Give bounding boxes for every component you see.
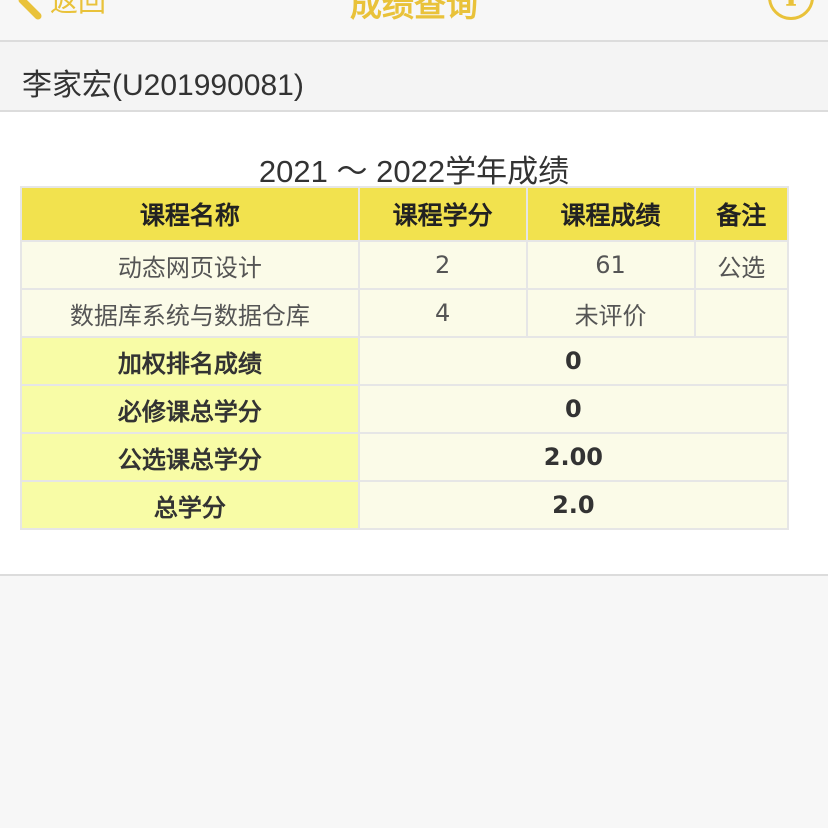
course-name-cell: 动态网页设计 — [20, 240, 360, 290]
course-note-cell: 公选 — [693, 240, 789, 290]
academic-year-title: 2021 ～ 2022学年成绩 — [258, 154, 570, 189]
student-name-id: 李家宏(U201990081) — [22, 69, 304, 102]
course-name-cell: 数据库系统与数据仓库 — [20, 288, 360, 338]
info-circle-icon: i — [785, 0, 796, 14]
table-row: 动态网页设计 2 61 公选 — [20, 240, 789, 290]
summary-value-required-credits: 0 — [357, 384, 790, 434]
header-course-score: 课程成绩 — [525, 186, 696, 242]
header-course-name: 课程名称 — [20, 186, 360, 242]
header-course-credit: 课程学分 — [357, 186, 528, 242]
page-title: 成绩查询 — [349, 0, 478, 24]
table-header-row: 课程名称 课程学分 课程成绩 备注 — [20, 186, 789, 242]
grades-table: 课程名称 课程学分 课程成绩 备注 动态网页设计 2 61 公选 数据库系统与数… — [20, 186, 790, 530]
student-info-bar: 李家宏(U201990081) — [0, 42, 828, 112]
summary-value-weighted-score: 0 — [357, 336, 790, 386]
summary-row: 加权排名成绩 0 — [20, 336, 790, 386]
summary-value-total-credits: 2.0 — [357, 480, 790, 530]
summary-row: 公选课总学分 2.00 — [20, 432, 790, 482]
course-credit-cell: 4 — [357, 288, 528, 338]
course-score-cell: 未评价 — [525, 288, 696, 338]
summary-label-required-credits: 必修课总学分 — [20, 384, 360, 434]
course-note-cell — [693, 288, 789, 338]
table-row: 数据库系统与数据仓库 4 未评价 — [20, 288, 789, 338]
grades-panel: 2021 ～ 2022学年成绩 课程名称 课程学分 课程成绩 备注 动态网页设计… — [0, 112, 828, 576]
header-note: 备注 — [693, 186, 789, 242]
course-credit-cell: 2 — [357, 240, 528, 290]
course-score-cell: 61 — [525, 240, 696, 290]
navigation-bar: 返回 成绩查询 i — [0, 0, 828, 42]
summary-label-total-credits: 总学分 — [20, 480, 360, 530]
summary-label-elective-credits: 公选课总学分 — [20, 432, 360, 482]
summary-row: 总学分 2.0 — [20, 480, 790, 530]
summary-value-elective-credits: 2.00 — [357, 432, 790, 482]
summary-label-weighted-score: 加权排名成绩 — [20, 336, 360, 386]
summary-row: 必修课总学分 0 — [20, 384, 790, 434]
